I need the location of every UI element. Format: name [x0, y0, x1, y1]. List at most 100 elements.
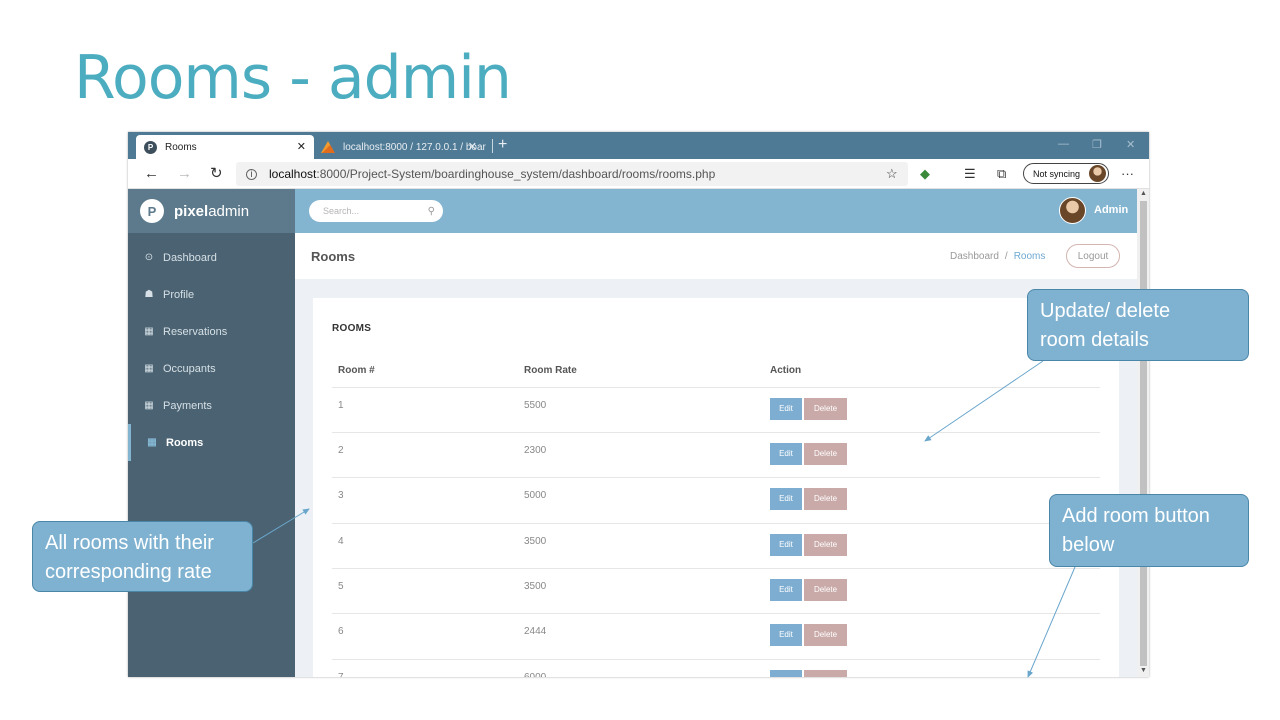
sidebar-item-label: Rooms — [166, 436, 204, 449]
url-host: localhost — [269, 167, 317, 181]
slide: Rooms - admin P Rooms ✕ localhost:8000 /… — [0, 0, 1280, 720]
favorite-star-icon[interactable]: ☆ — [886, 166, 898, 182]
sidebar-item-rooms[interactable]: ▦ Rooms — [128, 424, 295, 461]
search-input[interactable]: Search... ⚲ — [309, 200, 443, 222]
rooms-table-body: 1 5500 Edit Delete 2 2300 Edit Delete 3 5000 Edit D… — [332, 387, 1100, 677]
sidebar-item-reservations[interactable]: ▦ Reservations — [128, 313, 295, 350]
delete-button[interactable]: Delete — [804, 488, 847, 511]
profile-sync-button[interactable]: Not syncing — [1023, 163, 1109, 184]
scrollbar[interactable]: ▲ ▼ — [1137, 189, 1149, 677]
page-title: Rooms — [311, 249, 356, 264]
scroll-down-icon[interactable]: ▼ — [1140, 667, 1147, 674]
logout-button[interactable]: Logout — [1066, 244, 1120, 268]
close-window-icon[interactable]: ✕ — [1126, 138, 1135, 151]
room-number: 7 — [332, 659, 518, 677]
browser-window: P Rooms ✕ localhost:8000 / 127.0.0.1 / b… — [128, 132, 1149, 677]
table-header-row: Room # Room Rate Action — [332, 354, 1100, 388]
avatar[interactable] — [1059, 197, 1086, 224]
url-path: :8000/Project-System/boardinghouse_syste… — [316, 167, 716, 181]
favorites-list-icon[interactable]: ☰ — [964, 166, 976, 182]
tab-close-icon[interactable]: ✕ — [297, 140, 306, 153]
tab-bar: P Rooms ✕ localhost:8000 / 127.0.0.1 / b… — [128, 132, 1149, 159]
phpmyadmin-favicon-icon — [321, 141, 335, 153]
delete-button[interactable]: Delete — [804, 579, 847, 602]
restore-icon[interactable]: ❐ — [1092, 138, 1102, 151]
forward-icon[interactable]: → — [177, 165, 192, 183]
action-cell: EditDelete — [764, 568, 1100, 615]
callout-all-rooms: All rooms with their corresponding rate — [32, 521, 253, 592]
more-options-icon[interactable]: ··· — [1121, 166, 1134, 181]
table-row: 5 3500 Edit Delete — [332, 568, 1100, 615]
room-number: 2 — [332, 432, 518, 479]
delete-button[interactable]: Delete — [804, 624, 847, 647]
tab-label: localhost:8000 / 127.0.0.1 / boar — [343, 141, 486, 153]
back-icon[interactable]: ← — [144, 165, 159, 183]
new-tab-icon[interactable]: + — [498, 136, 507, 154]
user-name[interactable]: Admin — [1094, 204, 1128, 216]
sidebar-item-label: Occupants — [163, 362, 216, 375]
table-icon: ▦ — [144, 326, 154, 337]
delete-button[interactable]: Delete — [804, 442, 847, 465]
pixeladmin-favicon-icon: P — [144, 140, 157, 154]
sidebar: ⊙ Dashboard ☗ Profile ▦ Reservations ▦ O… — [128, 233, 295, 677]
sidebar-item-payments[interactable]: ▦ Payments — [128, 387, 295, 424]
scroll-thumb[interactable] — [1140, 201, 1147, 666]
room-rate: 2300 — [518, 432, 764, 479]
extension-icon[interactable]: ◆ — [920, 166, 930, 182]
sidebar-item-occupants[interactable]: ▦ Occupants — [128, 350, 295, 387]
room-number: 1 — [332, 387, 518, 433]
breadcrumb-rooms: Rooms — [1013, 251, 1046, 262]
search-placeholder: Search... — [323, 206, 360, 216]
info-icon[interactable]: i — [246, 168, 257, 180]
delete-button[interactable]: Delete — [804, 397, 847, 420]
room-rate: 5500 — [518, 387, 764, 433]
collections-icon[interactable]: ⧉ — [997, 166, 1006, 182]
callout-add-room: Add room button below — [1049, 494, 1249, 567]
edit-button[interactable]: Edit — [770, 579, 802, 602]
sidebar-item-label: Profile — [163, 288, 195, 301]
room-number: 6 — [332, 613, 518, 660]
slide-title: Rooms - admin — [74, 43, 512, 113]
edit-button[interactable]: Edit — [770, 397, 802, 420]
tab-rooms[interactable]: P Rooms ✕ — [136, 135, 314, 159]
room-number: 4 — [332, 523, 518, 570]
room-number: 3 — [332, 477, 518, 524]
dashboard-icon: ⊙ — [144, 252, 154, 263]
breadcrumb: Dashboard / Rooms — [950, 251, 1045, 262]
edit-button[interactable]: Edit — [770, 624, 802, 647]
refresh-icon[interactable]: ↻ — [210, 165, 223, 183]
logo-text: pixeladmin — [174, 202, 250, 220]
table-icon: ▦ — [144, 400, 154, 411]
delete-button[interactable]: Delete — [804, 669, 847, 677]
breadcrumb-dashboard[interactable]: Dashboard — [950, 251, 999, 262]
sidebar-item-label: Dashboard — [163, 251, 217, 264]
room-rate: 2444 — [518, 613, 764, 660]
edit-button[interactable]: Edit — [770, 442, 802, 465]
scroll-up-icon[interactable]: ▲ — [1140, 190, 1147, 197]
room-rate: 5000 — [518, 477, 764, 524]
tab-close-icon[interactable]: ✕ — [468, 140, 477, 153]
action-cell: EditDelete — [764, 432, 1100, 479]
column-header-rate: Room Rate — [518, 354, 764, 388]
search-icon[interactable]: ⚲ — [428, 206, 435, 217]
room-number: 5 — [332, 568, 518, 615]
table-row: 76000EditDelete — [332, 659, 1100, 677]
edit-button[interactable]: Edit — [770, 669, 802, 677]
tab-phpmyadmin[interactable]: localhost:8000 / 127.0.0.1 / boar ✕ — [315, 135, 491, 159]
edit-button[interactable]: Edit — [770, 533, 802, 556]
minimize-icon[interactable]: — — [1058, 138, 1069, 150]
room-rate: 3500 — [518, 568, 764, 615]
logo[interactable]: P pixeladmin — [128, 189, 295, 233]
logo-icon: P — [140, 199, 164, 223]
web-app: P pixeladmin Search... ⚲ Admin ⊙ Dashboa… — [128, 189, 1149, 677]
edit-button[interactable]: Edit — [770, 488, 802, 511]
room-rate: 6000 — [518, 659, 764, 677]
sidebar-item-dashboard[interactable]: ⊙ Dashboard — [128, 239, 295, 276]
sidebar-item-label: Payments — [163, 399, 212, 412]
url-input[interactable]: i localhost:8000/Project-System/boarding… — [236, 162, 908, 186]
delete-button[interactable]: Delete — [804, 533, 847, 556]
sync-label: Not syncing — [1033, 168, 1081, 179]
sidebar-item-profile[interactable]: ☗ Profile — [128, 276, 295, 313]
address-bar: ← → ↻ i localhost:8000/Project-System/bo… — [128, 159, 1149, 189]
action-cell: EditDelete — [764, 659, 1100, 677]
